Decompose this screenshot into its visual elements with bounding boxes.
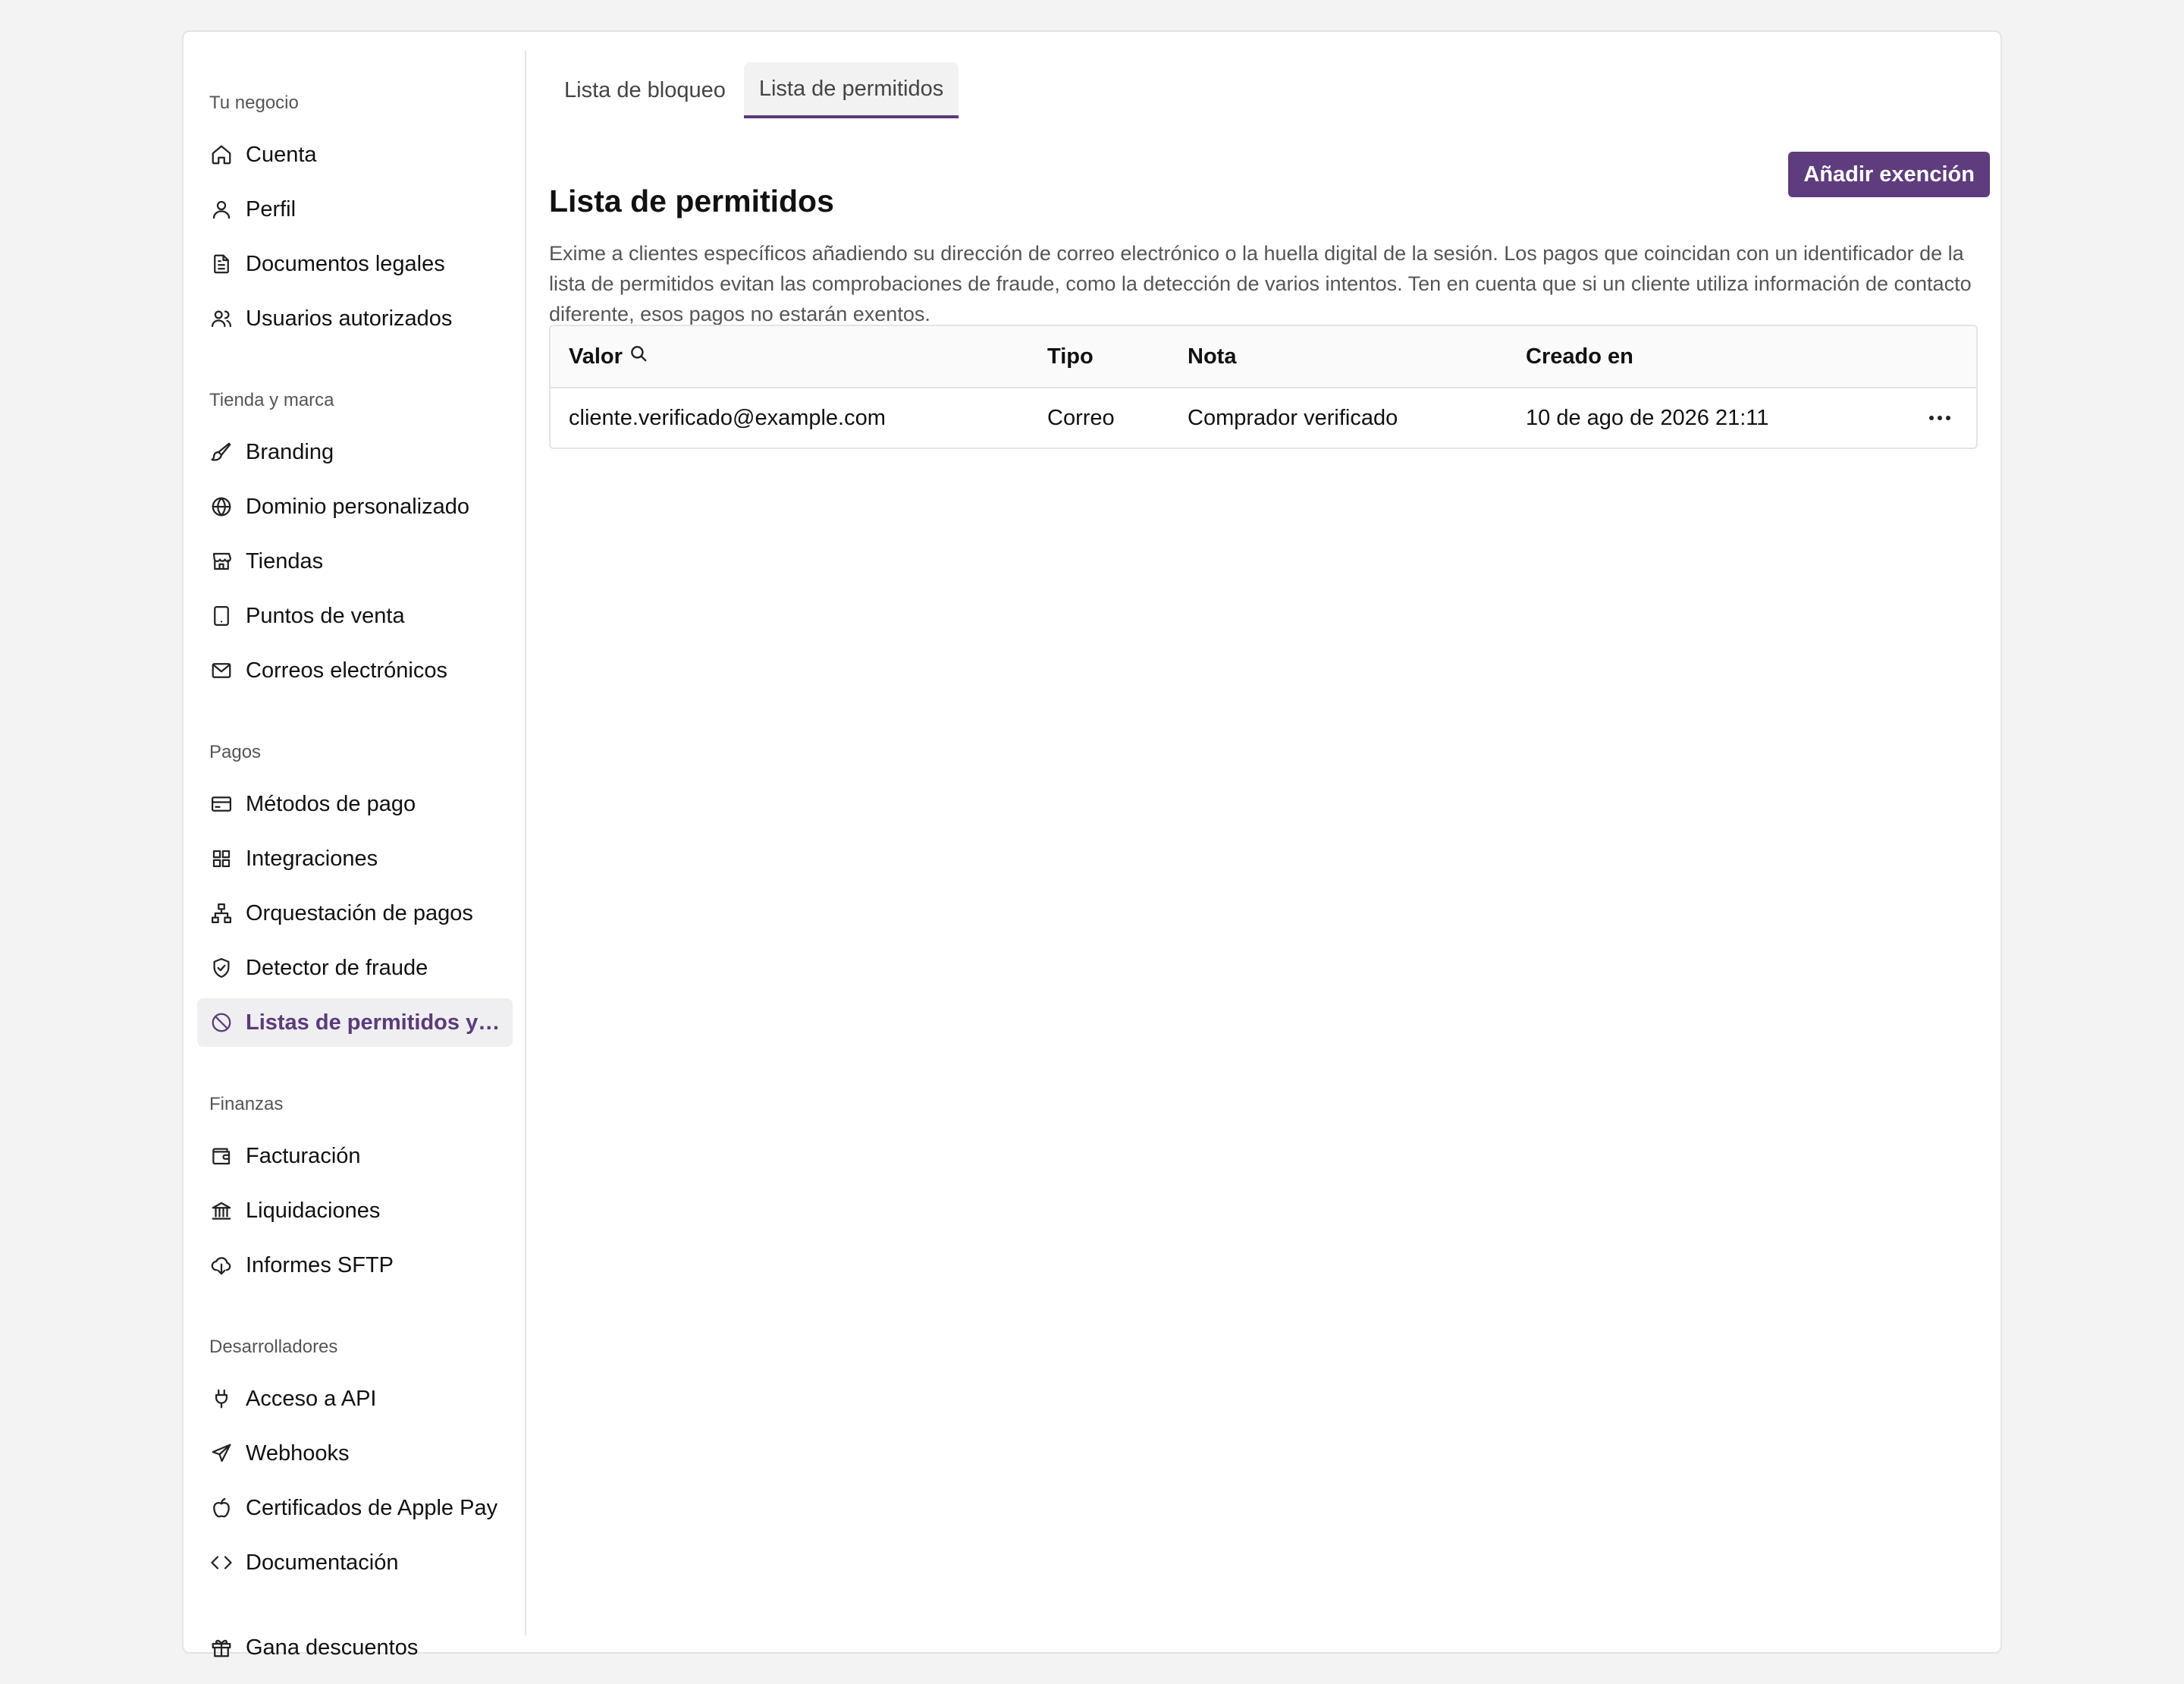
tab-lista-de-permitidos[interactable]: Lista de permitidos	[743, 62, 959, 118]
sidebar-item-label: Informes SFTP	[246, 1252, 394, 1277]
grid-icon	[209, 847, 234, 871]
section-label-store: Tienda y marca	[209, 390, 334, 410]
sidebar-item-label: Orquestación de pagos	[246, 900, 473, 925]
header-creado-en: Creado en	[1526, 344, 1633, 369]
sidebar-item-label: Certificados de Apple Pay	[246, 1495, 498, 1520]
sidebar-item-webhooks[interactable]: Webhooks	[197, 1429, 513, 1478]
sidebar-item-cuenta[interactable]: Cuenta	[197, 130, 513, 179]
sidebar-item-label: Métodos de pago	[246, 791, 416, 816]
sidebar-item-usuarios-autorizados[interactable]: Usuarios autorizados	[197, 294, 513, 343]
sidebar-item-label: Cuenta	[246, 142, 317, 167]
sidebar-item-label: Detector de fraude	[246, 955, 428, 980]
section-label-developers: Desarrolladores	[209, 1337, 338, 1357]
header-valor[interactable]: Valor	[569, 326, 648, 387]
sidebar-item-liquidaciones[interactable]: Liquidaciones	[197, 1186, 513, 1235]
sidebar-item-label: Dominio personalizado	[246, 494, 469, 519]
sidebar-item-label: Webhooks	[246, 1441, 350, 1466]
sidebar-item-documentos-legales[interactable]: Documentos legales	[197, 240, 513, 288]
users-icon	[209, 306, 234, 331]
cell-nota: Comprador verificado	[1188, 405, 1398, 430]
section-label-business: Tu negocio	[209, 93, 299, 113]
credit-card-icon	[209, 792, 234, 816]
sidebar-item-correos-electronicos[interactable]: Correos electrónicos	[197, 646, 513, 695]
document-icon	[209, 252, 234, 276]
ban-icon	[209, 1010, 234, 1035]
home-icon	[209, 143, 234, 167]
sidebar-item-metodos-de-pago[interactable]: Métodos de pago	[197, 780, 513, 828]
globe-icon	[209, 495, 234, 519]
more-options-icon[interactable]	[1922, 408, 1958, 428]
allowlist-table: Valor Tipo Nota Creado en cliente.verifi…	[549, 325, 1978, 449]
header-nota: Nota	[1188, 344, 1237, 369]
network-icon	[209, 901, 234, 925]
sidebar-item-label: Integraciones	[246, 846, 378, 871]
sidebar-item-label: Usuarios autorizados	[246, 306, 453, 331]
sidebar-item-label: Perfil	[246, 196, 297, 221]
sidebar-item-label: Gana descuentos	[246, 1635, 419, 1660]
table-header: Valor Tipo Nota Creado en	[551, 326, 1976, 388]
bank-icon	[209, 1199, 234, 1223]
sidebar-item-label: Listas de permitidos y d...	[246, 1010, 504, 1035]
sidebar-item-acceso-a-api[interactable]: Acceso a API	[197, 1375, 513, 1423]
apple-icon	[209, 1496, 234, 1520]
sidebar-item-documentacion[interactable]: Documentación	[197, 1538, 513, 1587]
header-tipo: Tipo	[1047, 344, 1094, 369]
add-exemption-button[interactable]: Añadir exención	[1788, 152, 1990, 197]
cell-creado-en: 10 de ago de 2026 21:11	[1526, 405, 1769, 430]
row-actions	[1922, 388, 1958, 448]
sidebar-item-orquestacion-de-pagos[interactable]: Orquestación de pagos	[197, 889, 513, 938]
user-icon	[209, 197, 234, 221]
settings-card: Tu negocio Cuenta Perfil Documentos lega…	[182, 30, 2002, 1660]
sidebar-item-facturacion[interactable]: Facturación	[197, 1132, 513, 1180]
shield-icon	[209, 956, 234, 980]
sidebar-item-label: Liquidaciones	[246, 1198, 381, 1223]
page-description: Exime a clientes específicos añadiendo s…	[549, 242, 1972, 325]
list-tabs: Lista de bloqueo Lista de permitidos	[549, 62, 959, 118]
sidebar-item-perfil[interactable]: Perfil	[197, 185, 513, 234]
settings-sidebar: Tu negocio Cuenta Perfil Documentos lega…	[184, 50, 526, 1660]
sidebar-item-label: Tiendas	[246, 548, 324, 573]
sidebar-item-informes-sftp[interactable]: Informes SFTP	[197, 1241, 513, 1290]
table-row: cliente.verificado@example.com Correo Co…	[551, 388, 1976, 448]
sidebar-item-label: Branding	[246, 439, 334, 464]
sidebar-item-label: Documentos legales	[246, 251, 445, 276]
cloud-download-icon	[209, 1253, 234, 1277]
brush-icon	[209, 440, 234, 464]
sidebar-item-certificados-apple-pay[interactable]: Certificados de Apple Pay	[197, 1484, 513, 1532]
header-valor-label: Valor	[569, 344, 623, 369]
sidebar-item-label: Puntos de venta	[246, 603, 405, 628]
sidebar-item-label: Documentación	[246, 1550, 399, 1575]
sidebar-item-gana-descuentos[interactable]: Gana descuentos	[197, 1623, 513, 1672]
plug-icon	[209, 1387, 234, 1411]
sidebar-item-branding[interactable]: Branding	[197, 428, 513, 476]
sidebar-item-tiendas[interactable]: Tiendas	[197, 537, 513, 586]
wallet-icon	[209, 1144, 234, 1168]
sidebar-item-label: Facturación	[246, 1143, 361, 1168]
sidebar-item-detector-de-fraude[interactable]: Detector de fraude	[197, 944, 513, 992]
search-icon[interactable]	[623, 344, 648, 369]
send-icon	[209, 1441, 234, 1466]
mail-icon	[209, 658, 234, 683]
page-title: Lista de permitidos	[549, 184, 834, 218]
cell-valor: cliente.verificado@example.com	[569, 405, 886, 430]
section-label-finance: Finanzas	[209, 1094, 284, 1114]
gift-icon	[209, 1635, 234, 1660]
sidebar-item-dominio-personalizado[interactable]: Dominio personalizado	[197, 482, 513, 531]
sidebar-item-integraciones[interactable]: Integraciones	[197, 834, 513, 883]
cell-tipo: Correo	[1047, 405, 1115, 430]
code-icon	[209, 1550, 234, 1575]
tablet-icon	[209, 604, 234, 628]
sidebar-item-label: Acceso a API	[246, 1386, 377, 1411]
tab-lista-de-bloqueo[interactable]: Lista de bloqueo	[549, 62, 741, 118]
sidebar-item-label: Correos electrónicos	[246, 658, 447, 683]
store-icon	[209, 549, 234, 573]
sidebar-item-puntos-de-venta[interactable]: Puntos de venta	[197, 592, 513, 640]
section-label-payments: Pagos	[209, 742, 262, 762]
sidebar-item-listas-de-permitidos[interactable]: Listas de permitidos y d...	[197, 998, 513, 1047]
main-content: Lista de bloqueo Lista de permitidos Lis…	[549, 32, 1990, 1625]
